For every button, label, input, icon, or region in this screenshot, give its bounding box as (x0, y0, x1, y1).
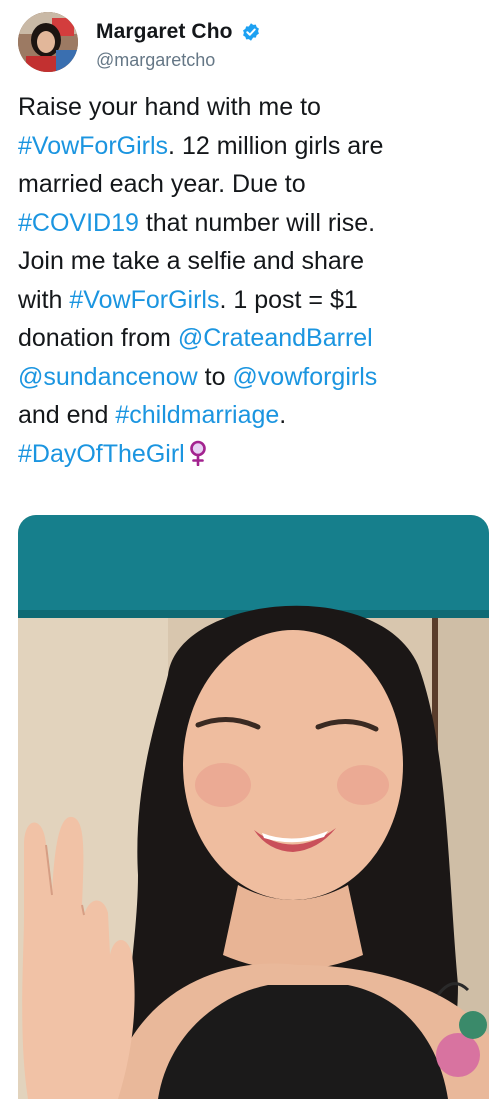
tweet-text-segment: that number will rise. (138, 208, 376, 237)
tweet-text-segment: married each year. Due to (18, 170, 306, 198)
tweet-text-segment: and end (18, 401, 116, 429)
tweet-line: and end #childmarriage. (18, 396, 488, 435)
mention-link[interactable]: @vowforgirls (232, 363, 377, 391)
tweet-text: Raise your hand with me to #VowForGirls. … (18, 88, 488, 473)
tweet-header: Margaret Cho @margaretcho (18, 12, 488, 72)
user-handle[interactable]: @margaretcho (96, 50, 215, 71)
display-name[interactable]: Margaret Cho (96, 20, 233, 44)
tweet-line: with #VowForGirls. 1 post = $1 (18, 281, 488, 320)
tweet-text-segment: Raise your hand with me to (18, 93, 321, 121)
tweet-photo[interactable] (18, 515, 489, 1099)
tweet-line: #COVID19 that number will rise. (18, 204, 488, 243)
tweet-line: married each year. Due to (18, 165, 488, 204)
tweet-text-segment: . 12 million girls are (168, 131, 384, 160)
tweet-text-segment: with (18, 285, 70, 314)
verified-badge-icon (242, 23, 259, 41)
tweet-line: Join me take a selfie and share (18, 242, 488, 281)
tweet-line: #DayOfTheGirl (18, 435, 488, 474)
tweet-text-segment: to (197, 362, 233, 391)
tweet-line: @sundancenow to @vowforgirls (18, 358, 488, 397)
mention-link[interactable]: @CrateandBarrel (178, 324, 373, 352)
hashtag-link[interactable]: #childmarriage (115, 401, 279, 429)
female-sign-icon (189, 440, 206, 466)
tweet-text-segment: . (279, 401, 287, 429)
tweet-line: donation from @CrateandBarrel (18, 319, 488, 358)
hashtag-link[interactable]: #VowForGirls (18, 132, 168, 160)
tweet-line: Raise your hand with me to (18, 88, 488, 127)
tweet-text-segment: . 1 post = $1 (219, 285, 358, 314)
hashtag-link[interactable]: #VowForGirls (69, 286, 219, 314)
avatar[interactable] (18, 12, 78, 72)
hashtag-link[interactable]: #DayOfTheGirl (18, 440, 185, 468)
tweet-line: #VowForGirls. 12 million girls are (18, 127, 488, 166)
mention-link[interactable]: @sundancenow (18, 363, 198, 391)
tweet-text-segment: Join me take a selfie and share (18, 247, 365, 275)
hashtag-link[interactable]: #COVID19 (18, 209, 139, 237)
tweet-text-segment: donation from (18, 324, 178, 352)
